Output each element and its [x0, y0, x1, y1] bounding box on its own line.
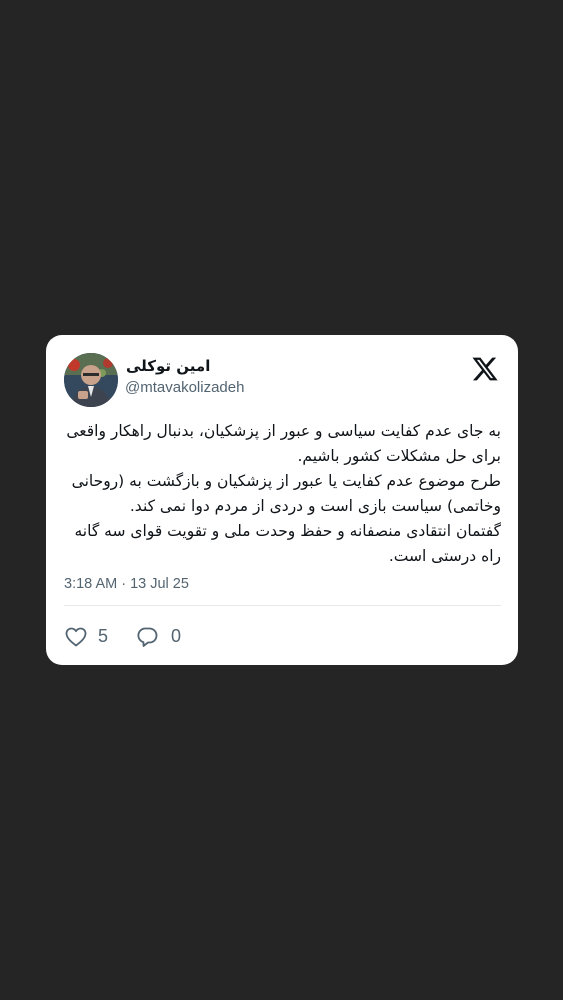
user-avatar-icon: [64, 353, 118, 407]
tweet-text-line: به جای عدم کفایت سیاسی و عبور از پزشکیان…: [66, 422, 501, 440]
tweet-text-line: راه درستی است.: [388, 547, 501, 565]
x-logo-icon[interactable]: [471, 355, 499, 383]
tweet-timestamp[interactable]: 3:18 AM · 13 Jul 25: [64, 576, 189, 592]
like-button[interactable]: 5: [64, 624, 114, 650]
tweet-text: به جای عدم کفایت سیاسی و عبور از پزشکیان…: [64, 419, 501, 569]
author-display-name[interactable]: امین توکلی: [126, 357, 246, 375]
like-count: 5: [98, 626, 109, 646]
reply-count: 0: [171, 626, 182, 646]
reply-icon: [137, 627, 158, 647]
heart-icon: [65, 627, 87, 647]
tweet-text-line: طرح موضوع عدم کفایت یا عبور از پزشکیان و…: [71, 472, 501, 490]
tweet-text-line: برای حل مشکلات کشور باشیم.: [297, 447, 501, 465]
tweet-text-line: گفتمان انتقادی منصفانه و حفظ وحدت ملی و …: [74, 522, 502, 540]
reply-button[interactable]: 0: [135, 624, 185, 650]
author-handle[interactable]: @mtavakolizadeh: [125, 379, 244, 396]
tweet-text-line: وخاتمی) سیاست بازی است و دردی از مردم دو…: [129, 497, 501, 515]
tweet-card[interactable]: امین توکلی @mtavakolizadeh به جای عدم کف…: [46, 335, 518, 665]
avatar[interactable]: [64, 353, 118, 407]
divider: [64, 605, 501, 606]
